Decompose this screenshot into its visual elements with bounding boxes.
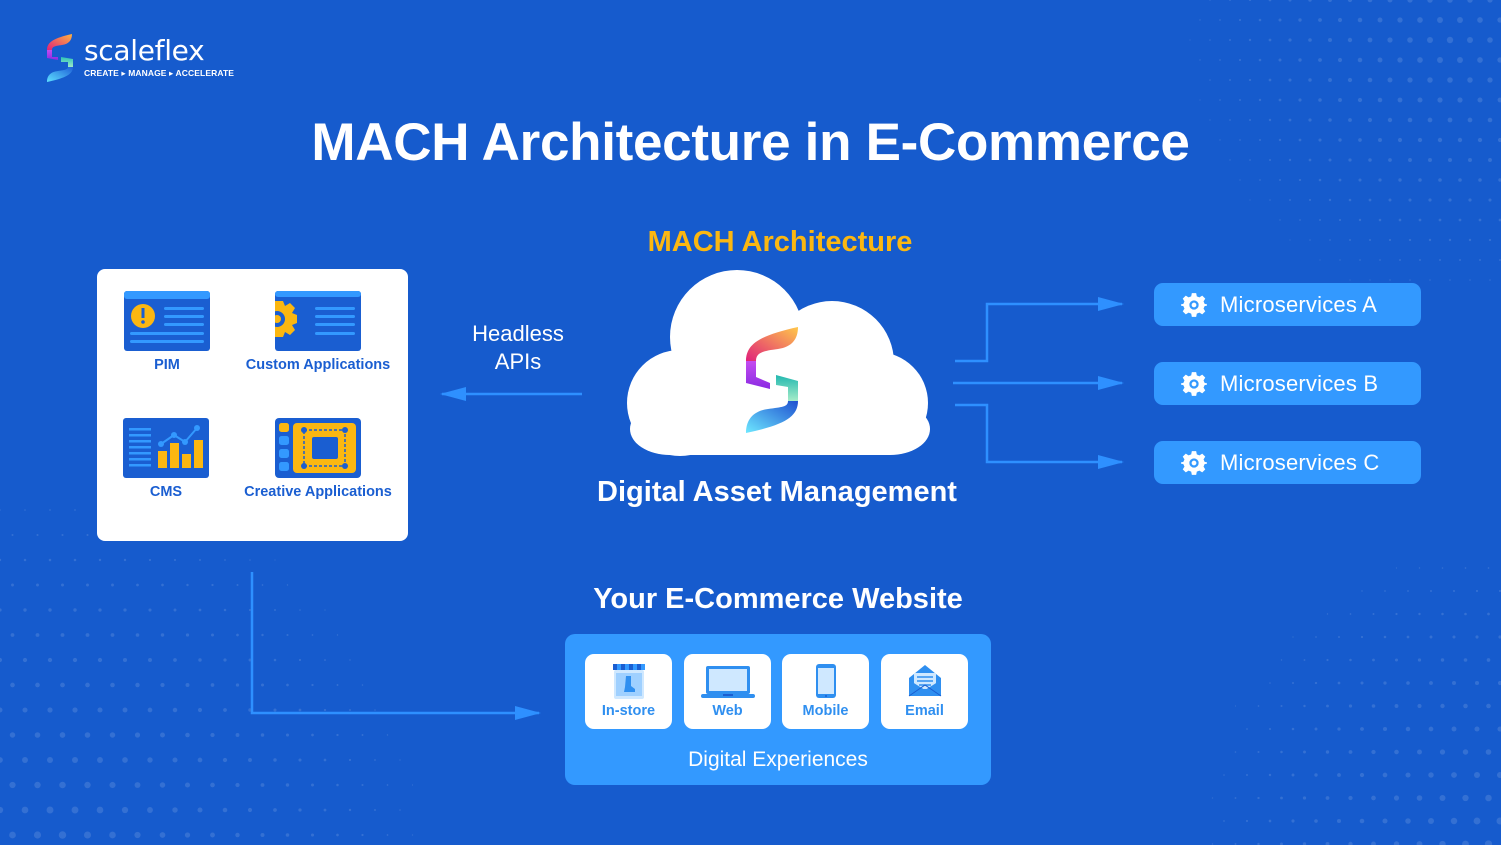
channel-label: Mobile [802,703,849,719]
cloud-icon[interactable] [620,265,932,460]
arrow-to-microservice-c [955,403,1124,469]
applications-card: PIM Custom Applications CMS Creative App… [97,269,408,541]
laptop-icon [700,666,755,698]
headless-line-2: APIs [494,349,542,374]
gear-icon [1181,292,1207,317]
microservice-label: Microservices C [1220,449,1380,475]
channel-email[interactable]: Email [881,654,968,729]
app-label: Custom Applications [245,357,391,373]
digital-experiences-card: In-store Web Mobile Email Digital Experi… [565,634,991,785]
channel-label: In-store [601,703,656,719]
smartphone-icon [815,664,836,698]
microservice-label: Microservices A [1220,291,1378,317]
headless-line-1: Headless [472,321,564,346]
app-custom-applications[interactable]: Custom Applications [238,291,398,373]
brand-name: scaleflex [84,34,205,67]
page-title: MACH Architecture in E-Commerce [311,113,1190,172]
gear-icon [1181,371,1207,396]
mach-architecture-label: MACH Architecture [647,226,913,258]
brand-tagline: CREATE ▸ MANAGE ▸ ACCELERATE [84,68,235,78]
channel-label: Email [905,703,944,719]
storefront-icon [612,664,645,699]
channel-in-store[interactable]: In-store [585,654,672,729]
arrow-to-website [250,572,541,720]
digital-asset-management-label: Digital Asset Management [597,476,957,508]
microservice-label: Microservices B [1220,370,1379,396]
arrow-to-microservice-a [955,297,1124,363]
app-creative-applications[interactable]: Creative Applications [238,418,398,500]
microservice-c-button[interactable]: Microservices C [1154,441,1421,484]
app-label: PIM [154,357,180,373]
headless-apis-label: Headless APIs [458,320,578,376]
gear-card-icon [275,291,361,351]
envelope-icon [908,665,941,697]
chart-card-icon [123,418,209,478]
app-label: CMS [149,484,183,500]
digital-experiences-caption: Digital Experiences [688,748,868,771]
scaleflex-logo[interactable]: scaleflex CREATE ▸ MANAGE ▸ ACCELERATE [44,32,234,86]
channel-web[interactable]: Web [684,654,771,729]
microservice-b-button[interactable]: Microservices B [1154,362,1421,405]
channel-label: Web [712,703,743,719]
design-frame-icon [275,418,361,478]
ecommerce-website-title: Your E-Commerce Website [593,583,963,615]
app-pim[interactable]: PIM [87,291,247,373]
app-cms[interactable]: CMS [86,418,246,500]
pim-card-icon [124,291,210,351]
microservice-a-button[interactable]: Microservices A [1154,283,1421,326]
gear-icon [1181,450,1207,475]
app-label: Creative Applications [244,484,392,500]
scaleflex-s-logo-icon [47,34,73,82]
channel-mobile[interactable]: Mobile [782,654,869,729]
